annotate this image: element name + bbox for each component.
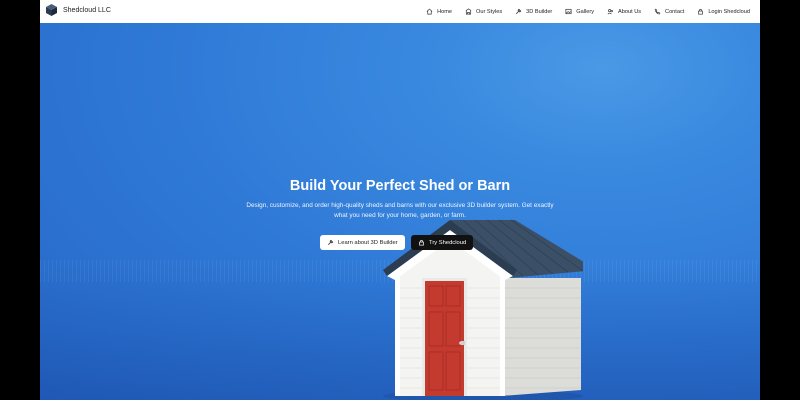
nav-gallery[interactable]: Gallery	[565, 8, 594, 15]
building-icon	[465, 8, 472, 15]
nav-our-styles-label: Our Styles	[476, 8, 503, 15]
hero-title: Build Your Perfect Shed or Barn	[289, 178, 511, 194]
cube-logo-icon	[46, 4, 57, 16]
phone-icon	[654, 8, 661, 15]
try-shedcloud-button[interactable]: Try Shedcloud	[411, 235, 474, 250]
nav-about-us[interactable]: About Us	[607, 8, 641, 15]
nav-home-label: Home	[437, 8, 453, 15]
page: Shedcloud LLC Home Our Styles 3D Builder…	[40, 0, 760, 400]
learn-3d-builder-label: Learn about 3D Builder	[338, 239, 398, 246]
learn-3d-builder-button[interactable]: Learn about 3D Builder	[320, 235, 405, 250]
nav-about-us-label: About Us	[618, 8, 642, 15]
hero-subtitle: Design, customize, and order high-qualit…	[246, 202, 554, 219]
nav-3d-builder[interactable]: 3D Builder	[515, 8, 552, 15]
nav-3d-builder-label: 3D Builder	[526, 8, 553, 15]
brand[interactable]: Shedcloud LLC	[46, 4, 111, 16]
nav-contact-label: Contact	[665, 8, 685, 15]
nav-links: Home Our Styles 3D Builder Gallery About…	[426, 0, 750, 23]
image-icon	[565, 8, 572, 15]
nav-login-label: Login Shedcloud	[708, 8, 750, 15]
tool-icon	[328, 239, 334, 245]
try-shedcloud-label: Try Shedcloud	[429, 239, 467, 246]
nav-contact[interactable]: Contact	[654, 8, 684, 15]
brand-name: Shedcloud LLC	[63, 6, 111, 14]
nav-login[interactable]: Login Shedcloud	[697, 8, 750, 15]
lock-icon	[419, 239, 424, 246]
nav-our-styles[interactable]: Our Styles	[465, 8, 502, 15]
top-navbar: Shedcloud LLC Home Our Styles 3D Builder…	[40, 0, 760, 24]
users-icon	[607, 9, 614, 15]
home-icon	[426, 8, 433, 15]
lock-icon	[698, 8, 704, 15]
nav-home[interactable]: Home	[426, 8, 452, 15]
nav-gallery-label: Gallery	[576, 8, 595, 15]
tool-icon	[516, 8, 522, 14]
